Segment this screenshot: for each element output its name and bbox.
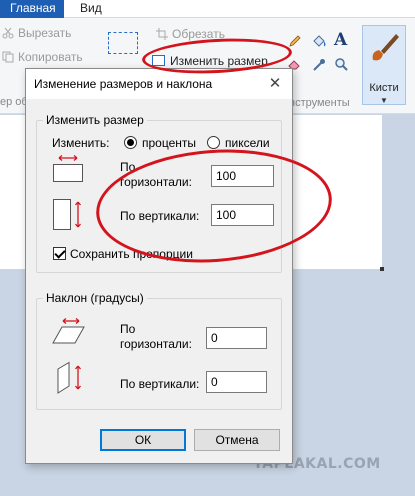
select-icon[interactable] [108, 32, 138, 54]
skew-horizontal-input[interactable] [206, 327, 267, 349]
pencil-icon[interactable] [288, 34, 302, 48]
tab-view[interactable]: Вид [70, 0, 112, 18]
resize-skew-dialog: Изменение размеров и наклона ✕ Изменить … [25, 68, 293, 464]
fill-icon[interactable] [311, 33, 327, 49]
cut-button[interactable]: Вырезать [18, 26, 71, 40]
resize-horizontal-label-2: горизонтали: [120, 175, 192, 189]
dialog-titlebar: Изменение размеров и наклона ✕ [26, 69, 292, 99]
skew-group-legend: Наклон (градусы) [43, 291, 147, 305]
skew-horizontal-label-2: горизонтали: [120, 337, 192, 351]
close-button[interactable]: ✕ [262, 73, 288, 95]
resize-horizontal-input[interactable] [211, 165, 274, 187]
color-picker-icon[interactable] [312, 58, 326, 72]
cancel-button[interactable]: Отмена [194, 429, 280, 451]
keep-ratio-checkbox[interactable] [53, 247, 66, 260]
canvas-resize-handle[interactable] [380, 267, 384, 271]
vertical-resize-icon [53, 199, 81, 230]
percent-radio-label[interactable]: проценты [142, 136, 196, 150]
pixels-radio-label[interactable]: пиксели [225, 136, 270, 150]
brushes-label: Кисти [369, 82, 399, 94]
crop-icon [156, 28, 168, 40]
cut-icon [2, 27, 14, 39]
change-by-label: Изменить: [52, 136, 110, 150]
ok-button[interactable]: ОК [100, 429, 186, 451]
resize-button-label: Изменить размер [170, 54, 268, 68]
ribbon-tab-bar: Главная Вид [0, 0, 415, 18]
copy-button[interactable]: Копировать [18, 50, 83, 64]
percent-radio[interactable] [124, 136, 137, 149]
pixels-radio[interactable] [207, 136, 220, 149]
resize-group-legend: Изменить размер [43, 113, 147, 127]
resize-horizontal-label-1: По [120, 160, 136, 174]
resize-icon [152, 55, 165, 66]
skew-horizontal-label-1: По [120, 322, 136, 336]
vertical-skew-icon [57, 361, 81, 394]
resize-vertical-input[interactable] [211, 204, 274, 226]
keep-ratio-label[interactable]: Сохранить пропорции [70, 247, 193, 261]
brush-icon [372, 34, 399, 61]
text-icon[interactable]: A [334, 30, 347, 50]
tab-home[interactable]: Главная [0, 0, 64, 18]
horizontal-skew-icon [52, 318, 85, 344]
resize-vertical-label: По вертикали: [120, 209, 200, 223]
horizontal-resize-icon [53, 155, 83, 182]
brushes-dropdown-arrow: ▼ [380, 96, 388, 105]
magnifier-icon[interactable] [334, 57, 349, 72]
group-label-tools: нструменты [289, 97, 350, 109]
crop-button[interactable]: Обрезать [172, 27, 225, 41]
skew-vertical-input[interactable] [206, 371, 267, 393]
copy-icon [2, 51, 14, 63]
skew-vertical-label: По вертикали: [120, 377, 200, 391]
dialog-title: Изменение размеров и наклона [34, 77, 213, 91]
brushes-button[interactable]: Кисти ▼ [362, 25, 406, 105]
